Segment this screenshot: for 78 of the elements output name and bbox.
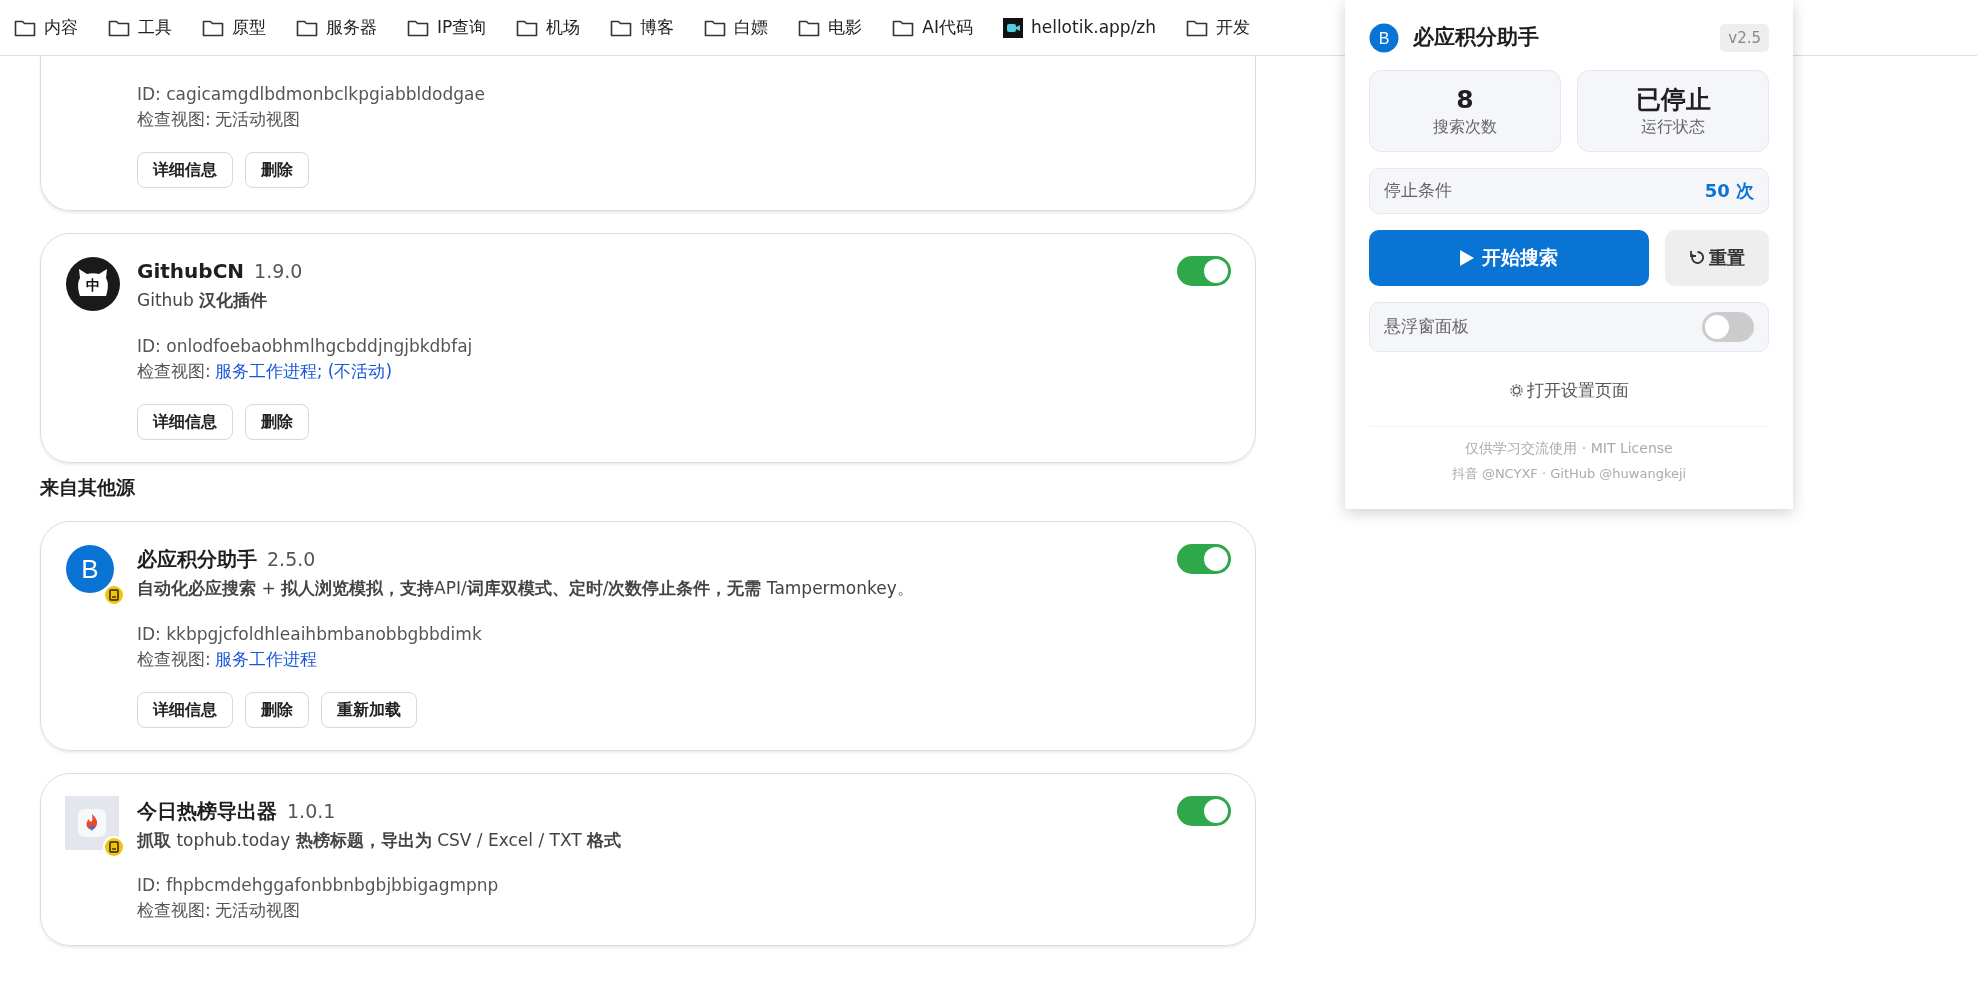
card-action-button[interactable]: 重新加载 xyxy=(321,691,417,728)
enable-toggle[interactable] xyxy=(1177,795,1231,826)
reset-button[interactable]: 重置 xyxy=(1665,229,1769,286)
footer-text: 仅供学习交流使用 · MIT License xyxy=(1464,438,1674,458)
extension-description: 抓取 tophub.today 热榜标题，导出为 CSV / Excel / TXT 格式 xyxy=(137,828,623,852)
camera-icon xyxy=(1002,17,1023,38)
bookmark-link[interactable]: 服务器 xyxy=(326,14,377,41)
stat-value: 8 xyxy=(1455,84,1475,115)
extension-logo: B xyxy=(65,544,115,594)
inspect-link[interactable]: 服务工作进程 xyxy=(214,648,317,669)
bookmark-link[interactable]: 机场 xyxy=(546,14,581,41)
enable-toggle[interactable] xyxy=(1177,256,1231,286)
footer-text: 抖音 @NCYXF · GitHub @huwangkeji xyxy=(1450,464,1688,483)
inspect-value: 无活动视图 xyxy=(214,900,300,920)
bookmark-link[interactable]: 电影 xyxy=(828,14,863,41)
bookmark-link[interactable]: AI代码 xyxy=(922,14,973,41)
bookmark-link[interactable]: 博客 xyxy=(640,14,675,41)
popup-logo: B xyxy=(1369,22,1399,53)
inspect-label: 检查视图: xyxy=(137,109,211,129)
folder-icon xyxy=(1186,18,1209,37)
extension-description: 自动化必应搜索 + 拟人浏览模拟，支持API/词库双模式、定时/次数停止条件，无需 Tampermonkey。 xyxy=(137,577,915,600)
stat-label: 运行状态 xyxy=(1640,115,1706,138)
folder-icon xyxy=(704,18,727,37)
floating-panel-toggle[interactable] xyxy=(1702,311,1754,342)
extension-id: ID: onlodfoebaobhmlhgcbddjngjbkdbfaj xyxy=(137,334,474,358)
stat-label: 搜索次数 xyxy=(1432,115,1498,138)
extension-id: ID: fhpbcmdehggafonbbnbgbjbbigagmpnp xyxy=(137,874,500,897)
folder-icon xyxy=(407,18,429,37)
version-tag: v2.5 xyxy=(1720,23,1769,52)
stop-condition-label: 停止条件 xyxy=(1384,178,1452,202)
bookmark-link[interactable]: 原型 xyxy=(232,14,266,41)
bookmark-link[interactable]: hellotik.app/zh xyxy=(1030,14,1157,41)
extension-version: 2.5.0 xyxy=(267,547,316,572)
folder-icon xyxy=(516,18,539,37)
bookmark-link[interactable]: 工具 xyxy=(138,14,172,41)
card-action-button[interactable]: 删除 xyxy=(245,403,309,440)
folder-icon xyxy=(14,18,36,37)
card-action-button[interactable]: 删除 xyxy=(245,691,309,728)
card-action-button[interactable]: 删除 xyxy=(245,152,309,188)
start-search-button[interactable]: 开始搜索 xyxy=(1369,229,1649,286)
inspect-label: 检查视图: xyxy=(137,648,211,669)
play-icon xyxy=(1460,249,1474,266)
inspect-value: 无活动视图 xyxy=(214,109,300,129)
folder-icon xyxy=(798,18,821,37)
folder-icon xyxy=(610,18,633,37)
extension-id: ID: kkbpgjcfoldhleaihbmbanobbgbbdimk xyxy=(137,622,483,646)
folder-icon xyxy=(108,18,130,37)
extension-name: 必应积分助手 xyxy=(137,546,257,573)
bookmark-link[interactable]: 白嫖 xyxy=(734,14,769,41)
extension-description: Github 汉化插件 xyxy=(137,289,269,312)
card-action-button[interactable]: 详细信息 xyxy=(137,691,233,728)
folder-icon xyxy=(892,18,915,37)
card-action-button[interactable]: 详细信息 xyxy=(137,403,233,440)
stop-condition-value: 50 次 xyxy=(1704,179,1754,203)
inspect-link[interactable]: 服务工作进程; (不活动) xyxy=(214,360,393,381)
floating-panel-label: 悬浮窗面板 xyxy=(1384,314,1469,338)
extension-name: GithubCN xyxy=(137,258,245,285)
settings-link[interactable]: 打开设置页面 xyxy=(1509,377,1629,403)
bookmark-link[interactable]: IP查询 xyxy=(437,14,487,41)
settings-icon xyxy=(1509,383,1523,397)
flame-logo xyxy=(65,795,119,850)
reset-icon xyxy=(1689,250,1705,265)
popup-title: 必应积分助手 xyxy=(1413,24,1540,51)
extension-version: 1.0.1 xyxy=(287,798,336,824)
enable-toggle[interactable] xyxy=(1177,544,1231,574)
extension-id: ID: cagicamgdlbdmonbclkpgiabbldodgae xyxy=(137,83,486,106)
cat-logo: 中 xyxy=(65,256,121,312)
inspect-label: 检查视图: xyxy=(137,900,211,920)
stat-value: 已停止 xyxy=(1634,84,1712,115)
folder-icon xyxy=(202,18,224,37)
card-action-button[interactable]: 详细信息 xyxy=(137,152,233,188)
bookmark-link[interactable]: 开发 xyxy=(1216,14,1251,41)
inspect-label: 检查视图: xyxy=(137,360,211,381)
section-heading: 来自其他源 xyxy=(40,474,136,500)
extension-name: 今日热榜导出器 xyxy=(137,797,277,825)
bookmark-link[interactable]: 内容 xyxy=(44,14,78,41)
extension-version: 1.9.0 xyxy=(254,259,303,284)
folder-icon xyxy=(296,18,318,37)
